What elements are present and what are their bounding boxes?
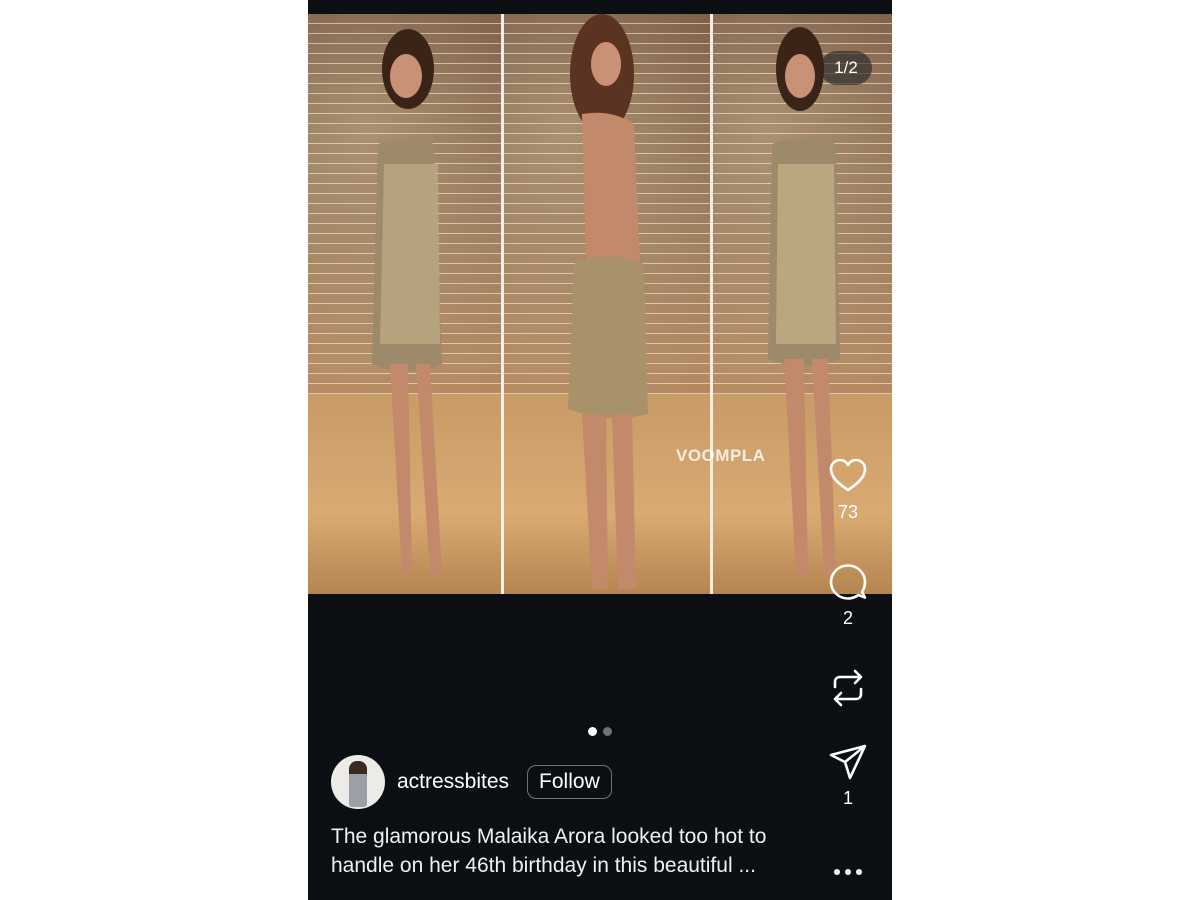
comment-button[interactable]: 2 [823, 562, 873, 629]
comment-icon [829, 564, 867, 600]
post-view: VOOMPLA 1/2 73 2 1 actressbites Follow T… [308, 0, 892, 900]
carousel-indicator [588, 727, 612, 736]
image-counter-badge: 1/2 [820, 51, 872, 85]
photo-panel-left [308, 14, 501, 594]
photo-panel-center [504, 14, 710, 594]
send-icon [829, 744, 867, 780]
share-button[interactable]: 1 [823, 742, 873, 809]
watermark: VOOMPLA [676, 446, 766, 465]
post-author: actressbites Follow [331, 755, 612, 809]
follow-button[interactable]: Follow [527, 765, 612, 799]
carousel-dot[interactable] [603, 727, 612, 736]
more-icon [834, 869, 862, 875]
more-options-button[interactable] [823, 850, 873, 890]
share-count: 1 [842, 788, 853, 808]
post-image[interactable]: VOOMPLA 1/2 [308, 14, 892, 594]
carousel-dot-active[interactable] [588, 727, 597, 736]
like-button[interactable]: 73 [823, 456, 873, 523]
repost-button[interactable] [823, 668, 873, 708]
avatar[interactable] [331, 755, 385, 809]
repost-icon [833, 669, 863, 707]
like-count: 73 [837, 502, 859, 522]
post-caption[interactable]: The glamorous Malaika Arora looked too h… [331, 822, 801, 880]
username[interactable]: actressbites [397, 770, 509, 794]
comment-count: 2 [842, 608, 853, 628]
heart-icon [829, 458, 867, 492]
